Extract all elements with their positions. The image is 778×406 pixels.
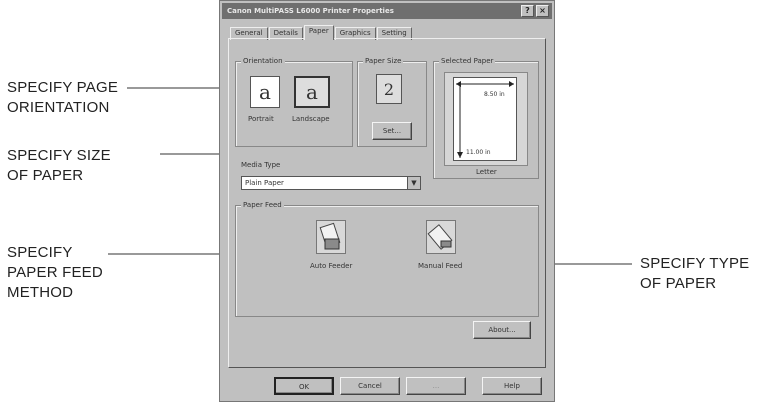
paper-name: Letter: [476, 168, 497, 176]
paper-size-group: Paper Size 2 Set...: [357, 57, 427, 147]
paper-size-icon: 2: [376, 74, 402, 104]
callout-line: ORIENTATION: [7, 99, 110, 116]
portrait-icon: a: [259, 80, 271, 104]
callout-line: SPECIFY PAGE: [7, 79, 119, 96]
callout-line: SPECIFY SIZE: [7, 147, 111, 164]
cancel-button[interactable]: Cancel: [340, 377, 400, 395]
paper-width-value: 8.50 in: [484, 91, 505, 98]
media-type-value: Plain Paper: [245, 179, 284, 187]
callout-line: OF PAPER: [7, 167, 84, 184]
paper-tab-page: Orientation a a Portrait Landscape Paper…: [228, 38, 546, 368]
callout-orientation: SPECIFY PAGE ORIENTATION: [7, 78, 118, 118]
paper-height-value: 11.00 in: [466, 149, 491, 156]
printer-properties-dialog: Canon MultiPASS L6000 Printer Properties…: [219, 0, 555, 402]
selected-paper-group: Selected Paper 8.50 in 11.00 in Letter: [433, 57, 539, 179]
callout-line: PAPER FEED: [7, 264, 103, 281]
manual-feed-option[interactable]: [426, 220, 456, 254]
auto-feeder-icon: [319, 222, 341, 250]
tab-strip: General Details Paper Graphics Setting: [230, 25, 413, 40]
callout-line: SPECIFY: [7, 244, 73, 261]
paper-sheet: 8.50 in 11.00 in: [453, 77, 517, 161]
media-type-label: Media Type: [241, 161, 281, 169]
manual-feed-icon: [427, 224, 453, 250]
callout-paper-feed: SPECIFY PAPER FEED METHOD: [7, 243, 103, 303]
tab-paper[interactable]: Paper: [303, 25, 334, 40]
landscape-label: Landscape: [292, 115, 330, 123]
callout-paper-type: SPECIFY TYPE OF PAPER: [640, 254, 749, 294]
title-bar[interactable]: Canon MultiPASS L6000 Printer Properties…: [222, 3, 552, 19]
callout-line: OF PAPER: [640, 275, 717, 292]
about-button[interactable]: About...: [473, 321, 531, 339]
auto-feeder-option[interactable]: [316, 220, 346, 254]
media-type-select[interactable]: Plain Paper ▼: [241, 176, 421, 190]
auto-feeder-label: Auto Feeder: [310, 262, 353, 270]
orientation-group-label: Orientation: [241, 57, 285, 66]
callout-line: METHOD: [7, 284, 74, 301]
ok-button[interactable]: OK: [274, 377, 334, 395]
landscape-option[interactable]: a: [294, 76, 330, 108]
manual-feed-label: Manual Feed: [418, 262, 463, 270]
help-title-button[interactable]: ?: [521, 5, 534, 17]
close-button[interactable]: ×: [536, 5, 549, 17]
orientation-group: Orientation a a Portrait Landscape: [235, 57, 353, 147]
dropdown-arrow-icon[interactable]: ▼: [407, 177, 420, 189]
apply-button[interactable]: ...: [406, 377, 466, 395]
callout-line: SPECIFY TYPE: [640, 255, 750, 272]
portrait-label: Portrait: [248, 115, 274, 123]
help-button[interactable]: Help: [482, 377, 542, 395]
landscape-icon: a: [306, 80, 318, 104]
selected-paper-group-label: Selected Paper: [439, 57, 496, 66]
paper-feed-group: Paper Feed Auto Feeder Manual Feed: [235, 201, 539, 317]
set-paper-size-button[interactable]: Set...: [372, 122, 412, 140]
portrait-option[interactable]: a: [250, 76, 280, 108]
paper-feed-group-label: Paper Feed: [241, 201, 284, 210]
callout-paper-size: SPECIFY SIZE OF PAPER: [7, 146, 111, 186]
paper-preview: 8.50 in 11.00 in: [444, 72, 528, 166]
dialog-title: Canon MultiPASS L6000 Printer Properties: [227, 7, 394, 15]
paper-size-group-label: Paper Size: [363, 57, 404, 66]
